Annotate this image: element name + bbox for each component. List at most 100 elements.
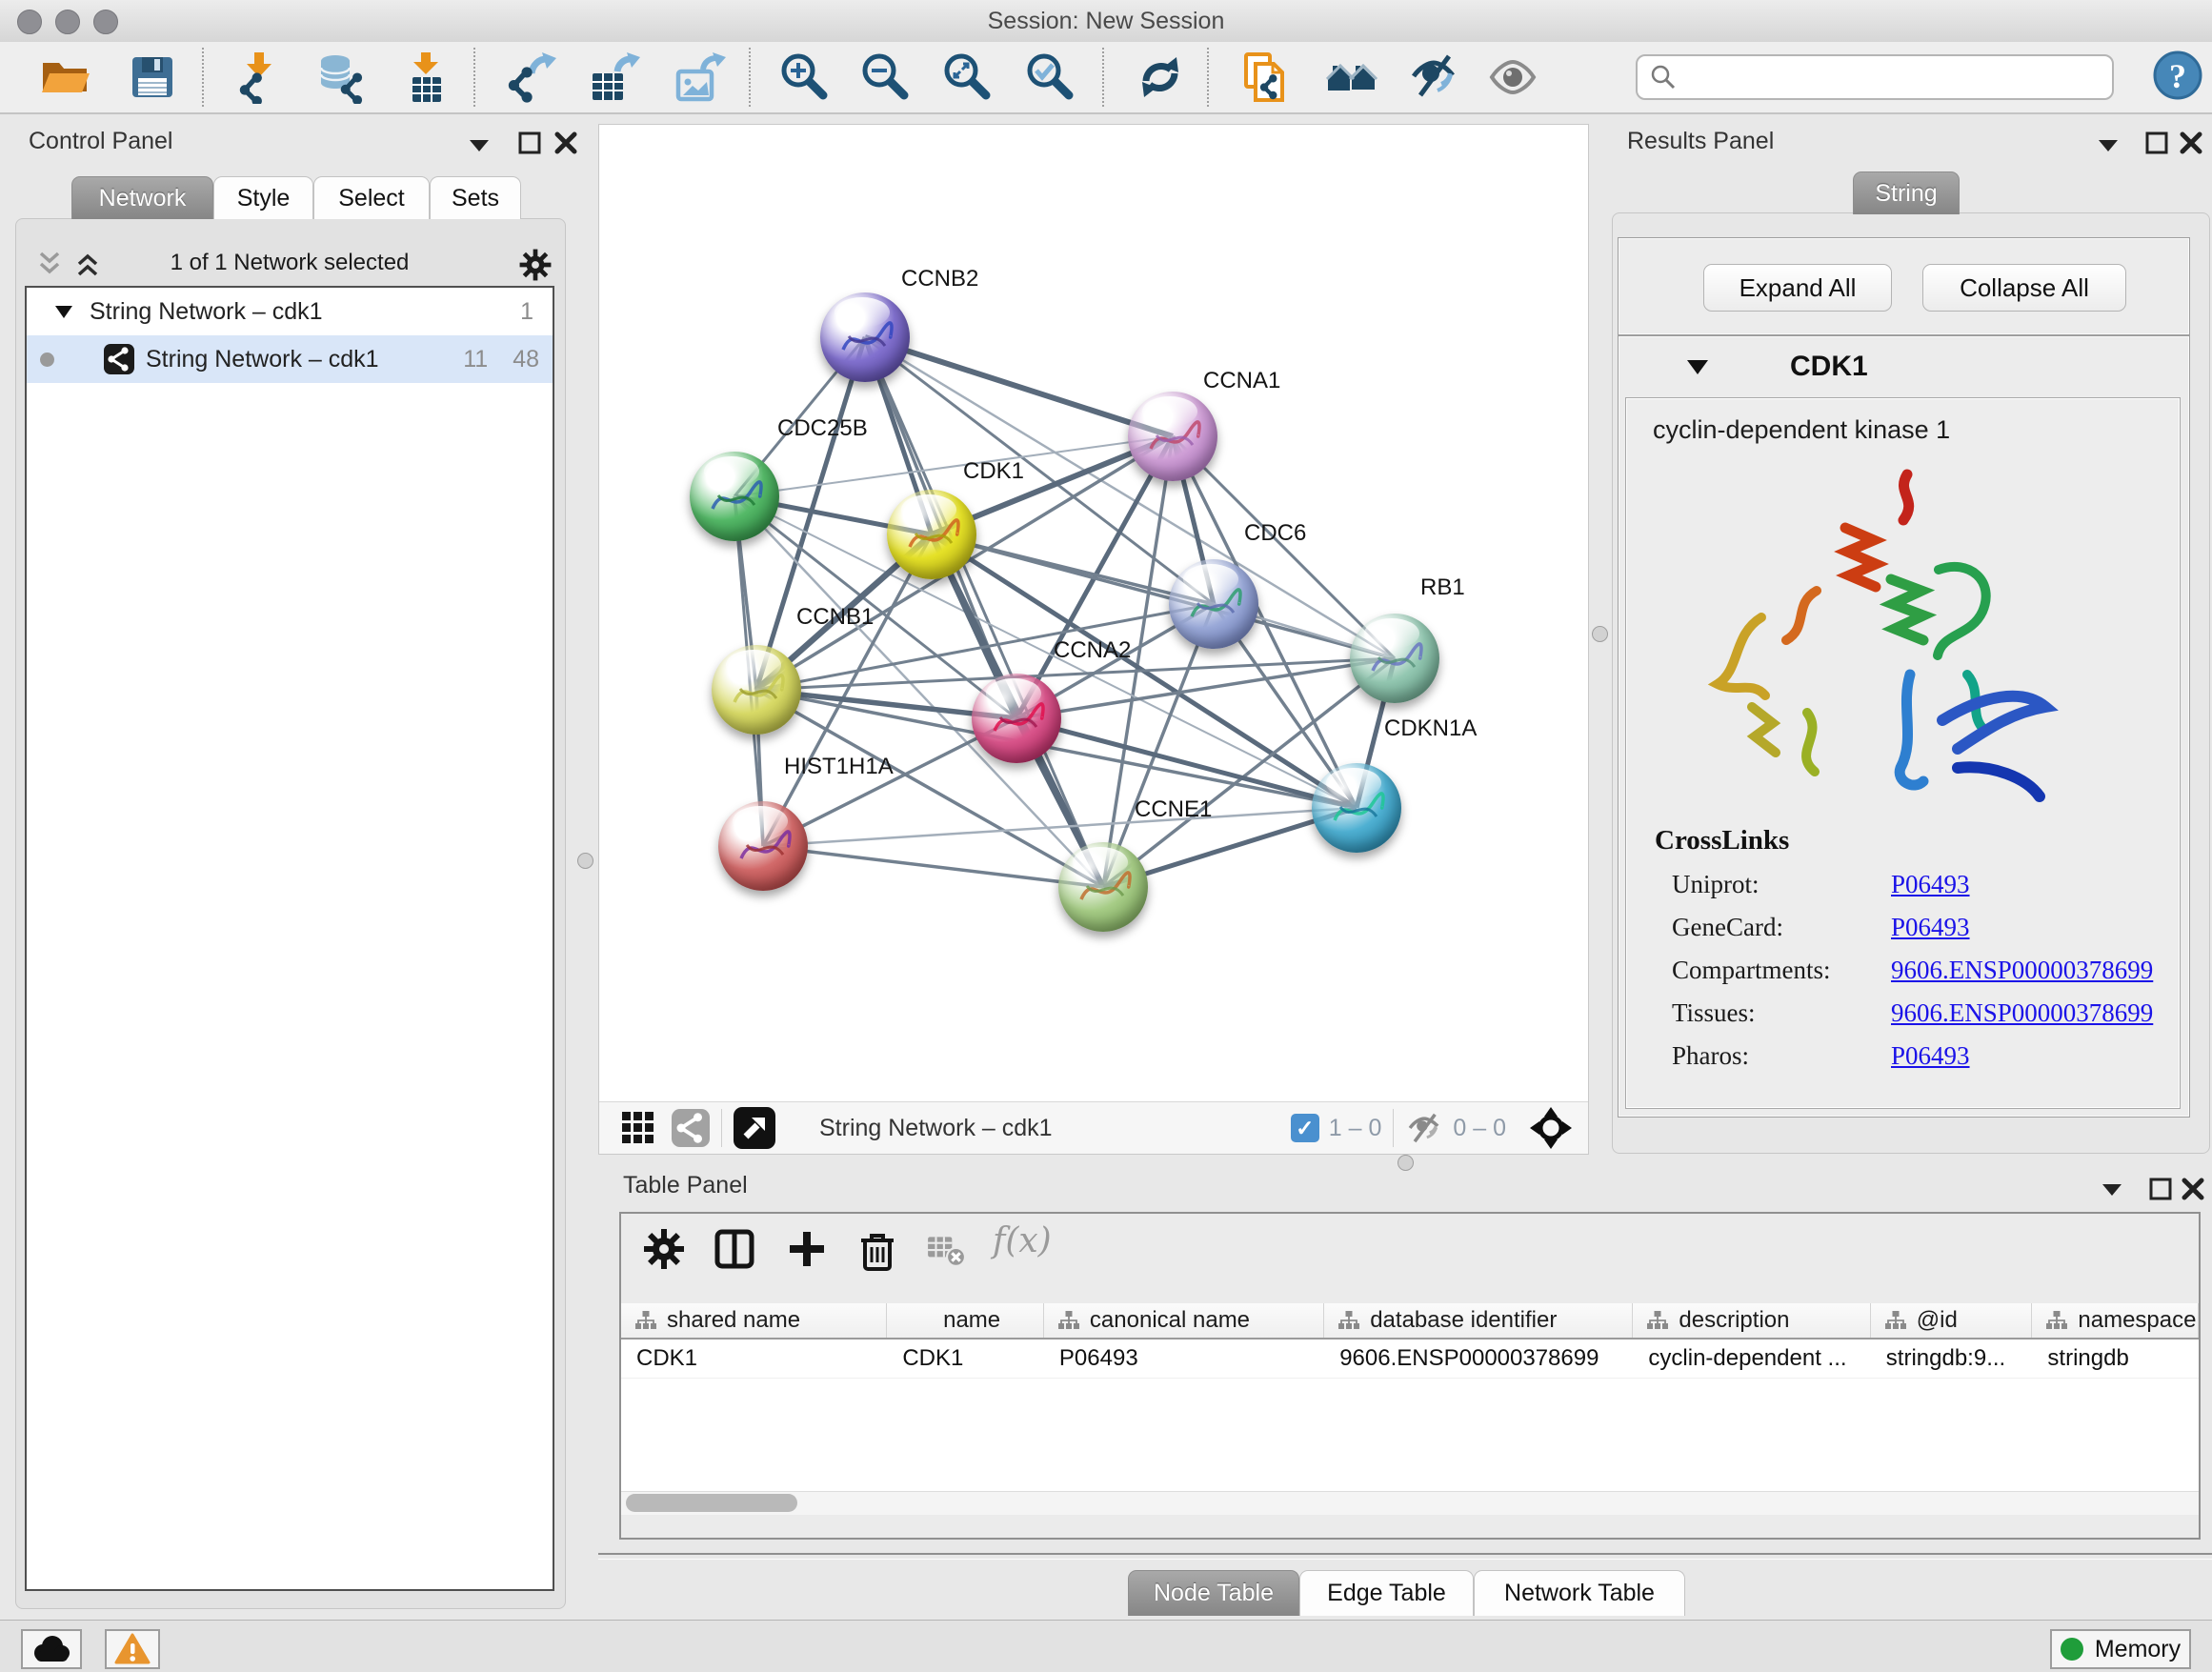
refresh-button[interactable]	[1134, 50, 1187, 104]
panel-float-icon[interactable]	[2149, 1178, 2172, 1200]
network-node-ccnb2[interactable]	[820, 292, 910, 382]
network-node-hist1h1a[interactable]	[718, 801, 808, 891]
table-cell[interactable]: P06493	[1044, 1340, 1324, 1378]
panel-float-icon[interactable]	[518, 131, 541, 154]
first-neighbors-button[interactable]	[1326, 50, 1379, 104]
save-session-button[interactable]	[126, 50, 179, 104]
network-node-ccne1[interactable]	[1058, 842, 1148, 932]
table-cell[interactable]: CDK1	[621, 1340, 887, 1378]
fit-selected-crosshair-icon[interactable]	[1529, 1106, 1573, 1150]
crosslink-link[interactable]: 9606.ENSP00000378699	[1891, 956, 2153, 984]
clone-network-button[interactable]	[1240, 50, 1294, 104]
memory-button[interactable]: Memory	[2050, 1629, 2191, 1669]
warnings-button[interactable]	[105, 1629, 160, 1669]
tree-expander-icon[interactable]	[55, 306, 72, 318]
tab-select[interactable]: Select	[313, 176, 430, 219]
vertical-splitter-handle[interactable]	[1592, 626, 1608, 642]
zoom-selected-button[interactable]	[1024, 50, 1077, 104]
table-cell[interactable]: cyclin-dependent ...	[1633, 1340, 1870, 1378]
column-header-database-identifier[interactable]: database identifier	[1324, 1303, 1633, 1338]
crosslink-link[interactable]: P06493	[1891, 870, 1970, 898]
zoom-in-button[interactable]	[778, 50, 832, 104]
gene-entry-header[interactable]: CDK1	[1619, 336, 2189, 397]
network-node-ccna1[interactable]	[1128, 392, 1217, 481]
network-row[interactable]: String Network – cdk1 11 48	[27, 335, 553, 383]
export-network-button[interactable]	[505, 50, 558, 104]
import-network-file-button[interactable]	[232, 50, 286, 104]
network-node-cdc25b[interactable]	[690, 452, 779, 541]
create-column-plus-icon[interactable]	[785, 1227, 829, 1271]
network-node-cdc6[interactable]	[1169, 559, 1258, 649]
network-canvas[interactable]: CCNB2 CCNA1 CDC25B CDK1 CDC6 RB1 CCNB1 C…	[599, 125, 1588, 1102]
network-node-rb1[interactable]	[1350, 614, 1439, 703]
panel-float-icon[interactable]	[2145, 131, 2168, 154]
network-edge[interactable]	[734, 436, 1173, 496]
network-edge[interactable]	[865, 337, 1103, 887]
network-node-ccnb1[interactable]	[712, 645, 801, 735]
tab-style[interactable]: Style	[213, 176, 313, 219]
table-cell[interactable]: 9606.ENSP00000378699	[1324, 1340, 1633, 1378]
table-cell[interactable]: stringdb	[2032, 1340, 2199, 1378]
network-edge[interactable]	[932, 534, 1395, 658]
table-cell[interactable]: stringdb:9...	[1871, 1340, 2033, 1378]
export-table-button[interactable]	[589, 50, 642, 104]
cloud-status-button[interactable]	[21, 1629, 82, 1669]
search-field[interactable]	[1636, 54, 2114, 100]
network-edge[interactable]	[1016, 718, 1357, 808]
tab-string[interactable]: String	[1853, 171, 1960, 214]
column-header--id[interactable]: @id	[1871, 1303, 2033, 1338]
grid-view-icon[interactable]	[620, 1110, 656, 1146]
network-edge[interactable]	[865, 337, 1173, 436]
network-edge[interactable]	[763, 846, 1103, 887]
panel-menu-icon[interactable]	[2101, 1183, 2122, 1197]
column-header-shared-name[interactable]: shared name	[621, 1303, 887, 1338]
crosslink-link[interactable]: P06493	[1891, 913, 1970, 941]
import-network-database-button[interactable]	[316, 50, 370, 104]
network-node-cdk1[interactable]	[887, 490, 976, 579]
gear-icon[interactable]	[518, 248, 553, 282]
zoom-out-button[interactable]	[859, 50, 913, 104]
column-header-name[interactable]: name	[887, 1303, 1044, 1338]
tab-sets[interactable]: Sets	[430, 176, 521, 219]
search-input[interactable]	[1685, 63, 2112, 91]
zoom-fit-button[interactable]	[941, 50, 995, 104]
tab-edge-table[interactable]: Edge Table	[1299, 1570, 1474, 1616]
crosslink-link[interactable]: 9606.ENSP00000378699	[1891, 998, 2153, 1027]
network-overview-icon[interactable]	[672, 1109, 710, 1147]
show-all-button[interactable]	[1486, 50, 1539, 104]
open-session-button[interactable]	[38, 50, 91, 104]
network-node-cdkn1a[interactable]	[1312, 763, 1401, 853]
function-builder-icon[interactable]: f(x)	[993, 1221, 1052, 1260]
column-header-description[interactable]: description	[1633, 1303, 1870, 1338]
table-settings-gear-icon[interactable]	[642, 1227, 686, 1271]
show-columns-icon[interactable]	[713, 1227, 756, 1271]
tab-node-table[interactable]: Node Table	[1128, 1570, 1299, 1616]
panel-close-icon[interactable]	[2180, 131, 2202, 154]
vertical-splitter-handle[interactable]	[577, 853, 593, 869]
delete-column-trash-icon[interactable]	[855, 1227, 899, 1271]
entry-expander-icon[interactable]	[1687, 360, 1708, 374]
export-image-button[interactable]	[674, 50, 728, 104]
panel-close-icon[interactable]	[554, 131, 577, 154]
table-row[interactable]: CDK1CDK1P064939606.ENSP00000378699cyclin…	[621, 1340, 2199, 1379]
panel-menu-icon[interactable]	[469, 139, 490, 152]
selected-indicator-checkbox[interactable]: ✓	[1291, 1114, 1319, 1142]
panel-close-icon[interactable]	[2182, 1178, 2204, 1200]
birds-eye-view-icon[interactable]	[734, 1107, 775, 1149]
horizontal-splitter-handle[interactable]	[1398, 1155, 1414, 1171]
help-button[interactable]: ?	[2151, 49, 2204, 102]
expand-all-button[interactable]: Expand All	[1703, 264, 1892, 312]
network-node-ccna2[interactable]	[972, 674, 1061, 763]
collapse-all-button[interactable]: Collapse All	[1922, 264, 2126, 312]
delete-table-icon[interactable]	[926, 1227, 966, 1271]
import-table-file-button[interactable]	[400, 50, 453, 104]
hide-selected-button[interactable]	[1407, 50, 1460, 104]
panel-menu-icon[interactable]	[2098, 139, 2119, 152]
tab-network[interactable]: Network	[71, 176, 213, 219]
column-header-canonical-name[interactable]: canonical name	[1044, 1303, 1324, 1338]
crosslink-link[interactable]: P06493	[1891, 1041, 1970, 1070]
scrollbar-thumb[interactable]	[626, 1494, 797, 1512]
table-horizontal-scrollbar[interactable]	[621, 1491, 2199, 1515]
column-header-namespace[interactable]: namespace	[2032, 1303, 2199, 1338]
table-cell[interactable]: CDK1	[887, 1340, 1044, 1378]
